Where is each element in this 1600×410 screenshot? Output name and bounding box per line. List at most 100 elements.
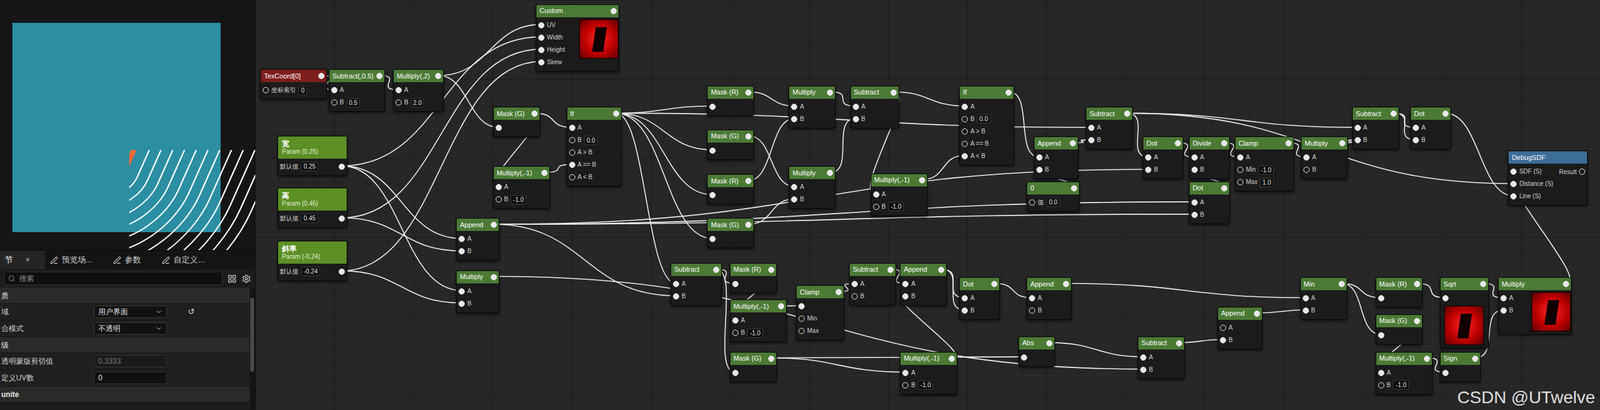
node-header[interactable]: If: [959, 86, 1014, 99]
pin-icon[interactable]: [1302, 307, 1309, 314]
node-pin[interactable]: A: [1301, 151, 1348, 164]
material-node[interactable]: Mask (G): [1375, 314, 1423, 345]
wire[interactable]: [748, 135, 795, 187]
pin-icon[interactable]: [1442, 370, 1449, 377]
material-node[interactable]: ClampAMin-1.0Max1.0: [1234, 136, 1295, 192]
node-header[interactable]: Multiply: [456, 271, 499, 284]
pin-icon[interactable]: [1562, 281, 1570, 288]
wire[interactable]: [748, 92, 795, 107]
material-node[interactable]: MultiplyAB: [456, 270, 499, 314]
node-pin[interactable]: A > B: [567, 146, 622, 159]
node-pin[interactable]: B: [1034, 163, 1079, 177]
node-pin[interactable]: A: [1218, 321, 1262, 335]
pin-icon[interactable]: [1191, 166, 1198, 174]
node-pin[interactable]: B: [1498, 304, 1531, 318]
pin-icon[interactable]: [458, 300, 465, 308]
pin-icon[interactable]: [961, 140, 968, 148]
pin-icon[interactable]: [745, 177, 752, 185]
pin-value-field[interactable]: -1.0: [747, 328, 763, 339]
wire[interactable]: [616, 113, 714, 150]
node-pin[interactable]: A: [493, 181, 550, 194]
node-header[interactable]: Multiply(,-1): [900, 352, 957, 366]
node-pin[interactable]: B: [456, 297, 499, 311]
node-pin[interactable]: B2.0: [393, 96, 444, 109]
pin-icon[interactable]: [938, 266, 945, 274]
node-pin[interactable]: A: [1235, 151, 1294, 164]
node-pin[interactable]: A: [1352, 121, 1399, 135]
pin-icon[interactable]: [538, 34, 545, 41]
node-header[interactable]: 高Param (0.45): [278, 188, 347, 211]
pin-icon[interactable]: [1070, 185, 1078, 192]
reset-button[interactable]: ↺: [187, 305, 195, 319]
material-node[interactable]: MultiplyAB: [788, 85, 836, 129]
node-pin[interactable]: A: [900, 278, 947, 291]
material-node[interactable]: Mask (G): [706, 129, 754, 161]
node-pin[interactable]: B-1.0: [730, 326, 787, 340]
pin-icon[interactable]: [1413, 318, 1421, 325]
pin-icon[interactable]: [435, 72, 442, 80]
pin-icon[interactable]: [713, 266, 720, 274]
node-pin[interactable]: A: [671, 278, 722, 291]
pin-icon[interactable]: [376, 72, 383, 80]
node-header[interactable]: Dot: [1410, 107, 1451, 120]
wire[interactable]: [493, 276, 1144, 370]
material-node[interactable]: AppendAB: [456, 218, 499, 261]
material-node[interactable]: SubtractAB: [850, 85, 900, 129]
pin-value-field[interactable]: -1.0: [888, 202, 904, 212]
pin-icon[interactable]: [709, 236, 716, 243]
node-pin[interactable]: A: [329, 84, 385, 97]
pin-icon[interactable]: [338, 215, 345, 222]
pin-icon[interactable]: [1005, 89, 1012, 96]
node-pin[interactable]: 默认值-0.24: [278, 265, 347, 279]
pin-value-field[interactable]: 0: [298, 85, 308, 96]
node-pin[interactable]: A: [1027, 292, 1071, 305]
pin-icon[interactable]: [798, 303, 805, 310]
node-pin[interactable]: B: [1027, 304, 1071, 318]
pin-icon[interactable]: [541, 169, 548, 177]
wire[interactable]: [438, 75, 499, 128]
pin-icon[interactable]: [538, 59, 545, 66]
node-pin[interactable]: B: [789, 193, 835, 206]
node-pin[interactable]: B: [900, 290, 947, 303]
node-pin[interactable]: Line (S): [1508, 190, 1588, 203]
node-pin[interactable]: B0.0: [567, 134, 622, 147]
pin-icon[interactable]: [902, 293, 909, 300]
material-node[interactable]: Multiply(,-1)AB-1.0: [899, 352, 957, 395]
pin-icon[interactable]: [1174, 140, 1181, 147]
pin-icon[interactable]: [709, 103, 716, 111]
pin-icon[interactable]: [1028, 295, 1036, 302]
node-pin[interactable]: B0.0: [959, 113, 1014, 126]
pin-icon[interactable]: [1303, 166, 1310, 174]
node-header[interactable]: Mask (R): [1376, 278, 1423, 291]
pin-icon[interactable]: [1036, 166, 1043, 174]
node-pin[interactable]: B: [789, 113, 835, 126]
material-node[interactable]: IfAB0.0A > BA == BA < B: [566, 106, 622, 187]
material-node[interactable]: Multiply(,-1)AB-1.0: [1375, 352, 1433, 395]
pin-value-field[interactable]: 0.45: [300, 213, 318, 224]
node-pin[interactable]: 值0.0: [1027, 196, 1080, 209]
node-pin[interactable]: B: [1410, 134, 1451, 147]
dropdown[interactable]: 用户界面: [93, 305, 167, 319]
material-node[interactable]: CustomUVWidthHeightSkew: [535, 4, 620, 72]
wire[interactable]: [1257, 310, 1306, 314]
node-header[interactable]: Multiply: [1498, 278, 1571, 291]
pin-icon[interactable]: [458, 248, 465, 255]
wire[interactable]: [616, 113, 677, 284]
node-pin[interactable]: [1376, 292, 1423, 305]
pin-icon[interactable]: [395, 87, 402, 94]
pin-icon[interactable]: [1510, 181, 1517, 188]
pin-icon[interactable]: [395, 99, 402, 106]
node-pin[interactable]: B: [456, 245, 499, 258]
pin-icon[interactable]: [458, 288, 465, 295]
node-pin[interactable]: A: [789, 181, 835, 194]
node-pin[interactable]: [493, 121, 540, 135]
node-header[interactable]: 斜率Param (-0.24): [278, 241, 347, 264]
node-pin[interactable]: A: [959, 100, 1014, 114]
wire[interactable]: [341, 218, 463, 252]
pin-icon[interactable]: [791, 196, 798, 203]
node-header[interactable]: Mask (G): [1376, 315, 1423, 328]
node-pin[interactable]: A < B: [567, 171, 622, 184]
material-node[interactable]: SubtractAB: [849, 263, 897, 306]
node-pin[interactable]: A: [1376, 367, 1432, 380]
material-node[interactable]: 斜率Param (-0.24)默认值-0.24: [277, 241, 347, 282]
